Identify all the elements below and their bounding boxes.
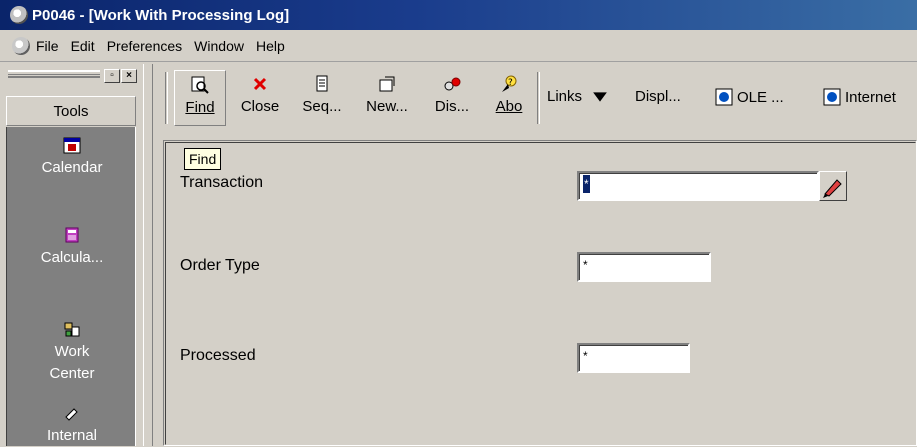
about-button[interactable]: ? Abo: [487, 70, 531, 126]
processed-value: *: [583, 349, 588, 363]
menu-file[interactable]: File: [36, 38, 59, 54]
find-tooltip: Find: [184, 148, 222, 170]
ole-label: OLE ...: [737, 88, 784, 106]
close-label: Close: [240, 98, 280, 115]
close-panel-button[interactable]: ×: [121, 69, 137, 83]
tool-calendar[interactable]: Calendar: [7, 135, 137, 179]
find-label: Find: [185, 99, 215, 116]
chevron-down-icon: [593, 91, 607, 102]
about-label: Abo: [495, 98, 523, 115]
visual-assist-button[interactable]: [819, 171, 847, 201]
close-button[interactable]: Close: [229, 70, 291, 126]
visual-assist-icon: [823, 179, 842, 198]
display-button[interactable]: Dis...: [425, 70, 479, 126]
menu-bar: File Edit Preferences Window Help: [0, 30, 917, 62]
internal-icon: [65, 408, 78, 421]
transaction-label: Transaction: [180, 174, 263, 191]
tool-label: Calcula...: [40, 249, 104, 266]
menu-preferences[interactable]: Preferences: [107, 38, 182, 54]
tool-label: Calendar: [41, 159, 103, 176]
display-icon: [444, 77, 461, 91]
links-label: Links: [547, 88, 583, 105]
sequence-button[interactable]: Seq...: [293, 70, 351, 126]
tool-label: Internal: [46, 427, 98, 444]
tool-calculator[interactable]: Calcula...: [7, 225, 137, 269]
panel-splitter[interactable]: [143, 64, 153, 446]
title-bar: P0046 - [Work With Processing Log]: [0, 0, 917, 30]
about-icon: ?: [502, 75, 517, 92]
menu-window[interactable]: Window: [194, 38, 244, 54]
internet-button[interactable]: Internet: [823, 88, 896, 106]
restore-button[interactable]: ▫: [104, 69, 120, 83]
toolbar-separator: [537, 72, 540, 124]
svg-text:?: ?: [508, 78, 513, 88]
display-menu-label: Displ...: [635, 88, 681, 105]
tool-internal[interactable]: Internal: [7, 403, 137, 447]
sequence-label: Seq...: [302, 98, 342, 115]
close-icon: [253, 77, 267, 91]
tools-panel-handle[interactable]: ▫ ×: [0, 64, 143, 88]
tools-panel: Calendar Calcula... Work Center Internal: [6, 127, 136, 446]
internet-icon: [823, 88, 841, 106]
find-button[interactable]: Find: [174, 70, 226, 126]
menu-edit[interactable]: Edit: [71, 38, 95, 54]
menu-help[interactable]: Help: [256, 38, 285, 54]
order-type-label: Order Type: [180, 257, 260, 274]
sequence-icon: [316, 75, 328, 92]
tool-work-center[interactable]: Work Center: [7, 319, 137, 385]
display-menu[interactable]: Displ...: [635, 88, 681, 105]
ole-icon: [715, 88, 733, 106]
tools-header[interactable]: Tools: [6, 96, 136, 126]
ole-button[interactable]: OLE ...: [715, 88, 784, 106]
drag-grip[interactable]: [8, 70, 100, 78]
calendar-icon: [63, 137, 81, 154]
toolbar: Find Close Seq... New... Dis... ? Abo Li…: [155, 64, 917, 132]
processed-field[interactable]: *: [577, 343, 690, 373]
calculator-icon: [65, 227, 79, 243]
window-title: P0046 - [Work With Processing Log]: [32, 6, 290, 24]
app-icon: [10, 6, 28, 24]
new-button[interactable]: New...: [359, 70, 415, 126]
links-menu[interactable]: Links: [547, 88, 608, 105]
order-type-value: *: [583, 258, 588, 272]
tool-label: Work Center: [49, 343, 95, 382]
work-center-icon: [64, 322, 80, 337]
transaction-field[interactable]: *: [577, 171, 819, 201]
toolbar-separator: [165, 72, 168, 124]
internet-label: Internet: [845, 88, 896, 106]
new-label: New...: [366, 98, 408, 115]
find-icon: [191, 76, 209, 94]
new-icon: [379, 76, 395, 92]
system-menu-icon[interactable]: [12, 36, 30, 55]
processed-label: Processed: [180, 347, 256, 364]
transaction-value: *: [583, 175, 590, 193]
order-type-field[interactable]: *: [577, 252, 711, 282]
display-label: Dis...: [434, 98, 470, 115]
